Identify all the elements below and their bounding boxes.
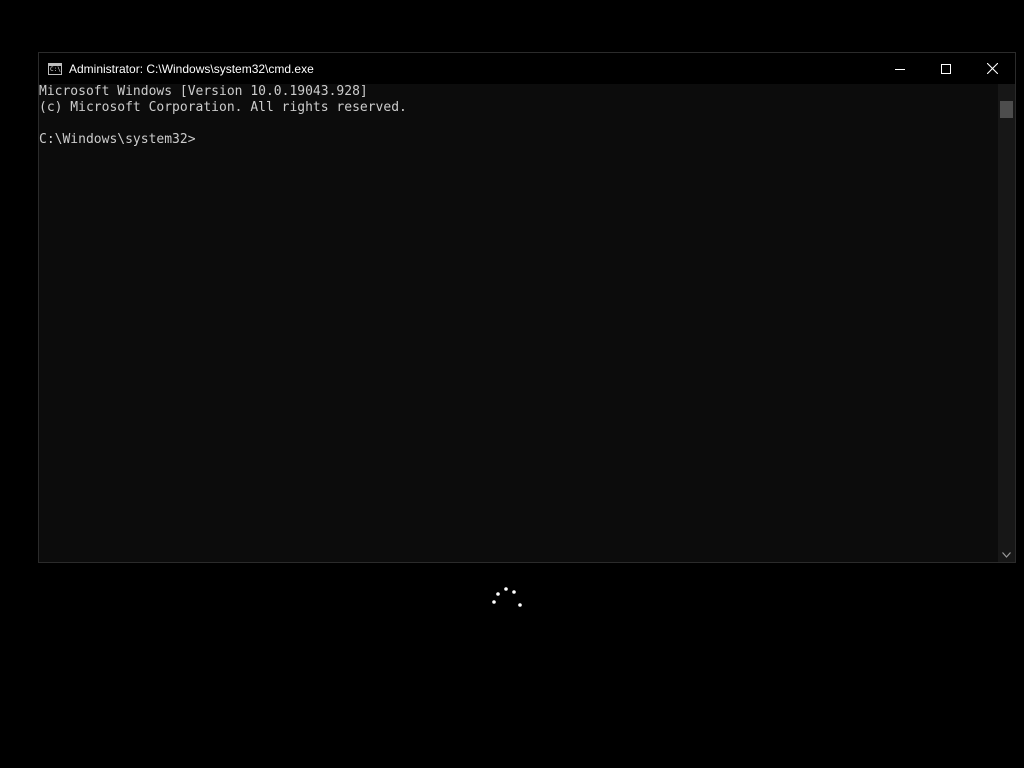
minimize-button[interactable] bbox=[877, 53, 923, 84]
scroll-thumb[interactable] bbox=[1000, 101, 1013, 118]
window-title: Administrator: C:\Windows\system32\cmd.e… bbox=[69, 61, 314, 76]
chevron-down-icon bbox=[1002, 551, 1011, 558]
console-line: Microsoft Windows [Version 10.0.19043.92… bbox=[39, 84, 368, 99]
vertical-scrollbar[interactable] bbox=[998, 84, 1015, 562]
close-button[interactable] bbox=[969, 53, 1015, 84]
scroll-down-button[interactable] bbox=[998, 547, 1015, 562]
maximize-button[interactable] bbox=[923, 53, 969, 84]
cmd-window: C:\ Administrator: C:\Windows\system32\c… bbox=[38, 52, 1016, 563]
console-line: (c) Microsoft Corporation. All rights re… bbox=[39, 100, 407, 115]
minimize-icon bbox=[895, 68, 905, 70]
cmd-app-icon[interactable]: C:\ bbox=[48, 62, 62, 75]
command-prompt[interactable]: C:\Windows\system32> bbox=[39, 132, 998, 148]
spinner-icon bbox=[492, 587, 522, 607]
console-output[interactable]: Microsoft Windows [Version 10.0.19043.92… bbox=[39, 84, 998, 562]
close-icon bbox=[986, 63, 998, 74]
title-bar[interactable]: C:\ Administrator: C:\Windows\system32\c… bbox=[39, 53, 1015, 84]
caption-buttons bbox=[877, 53, 1015, 84]
scroll-up-button[interactable] bbox=[998, 84, 1015, 99]
cmd-app-icon-text: C:\ bbox=[50, 65, 61, 73]
maximize-icon bbox=[941, 63, 951, 74]
desktop: C:\ Administrator: C:\Windows\system32\c… bbox=[0, 0, 1024, 768]
